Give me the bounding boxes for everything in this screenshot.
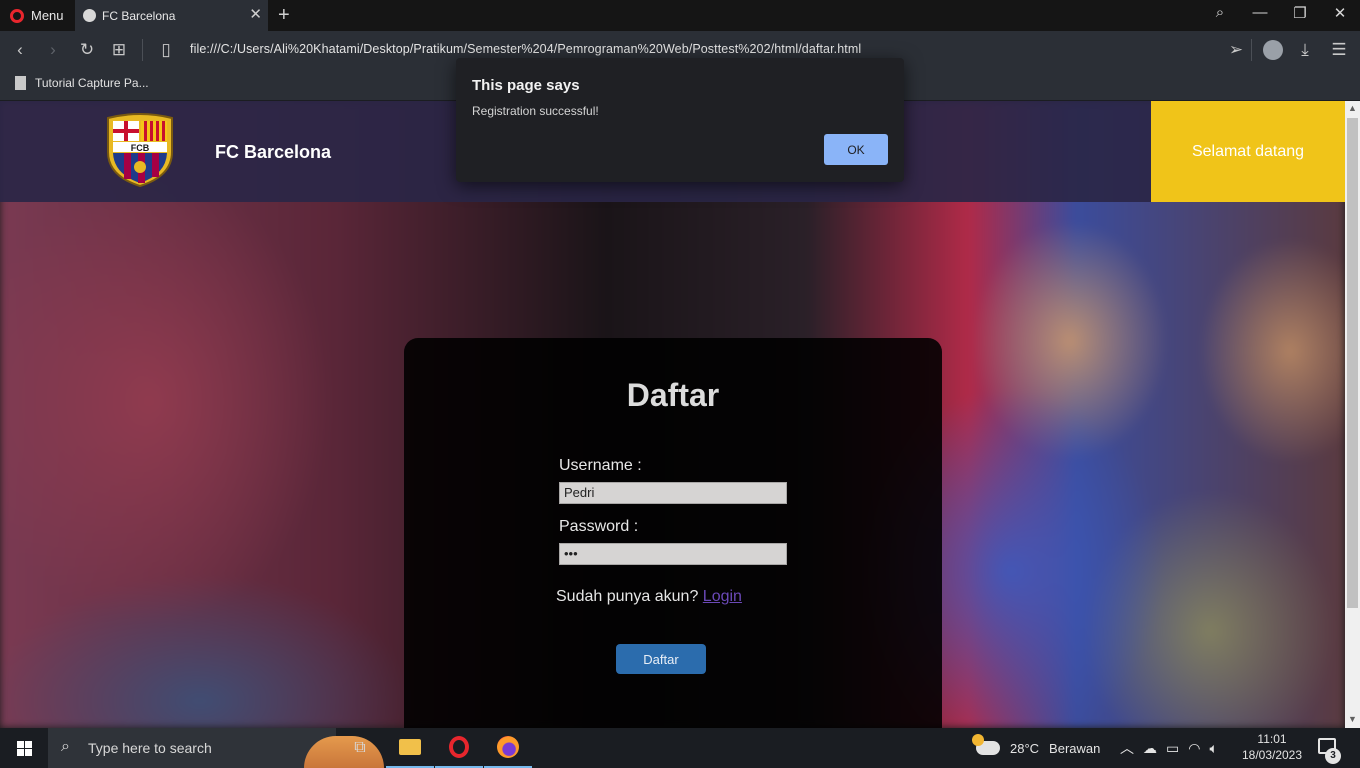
divider: [142, 39, 143, 61]
task-view-button[interactable]: ⧉: [336, 728, 384, 768]
system-tray: ︿ ☁ ▭ ◠ 🔈︎: [1120, 728, 1218, 768]
notification-count-badge: 3: [1325, 748, 1341, 764]
clock-time: 11:01: [1257, 732, 1287, 746]
send-icon[interactable]: ➢: [1226, 40, 1246, 60]
menu-label: Menu: [31, 8, 64, 23]
tab-title: FC Barcelona: [102, 8, 176, 23]
browser-tab[interactable]: FC Barcelona ✕: [75, 0, 268, 31]
firefox-taskbar-button[interactable]: [484, 728, 532, 768]
download-icon[interactable]: ⤓: [1295, 40, 1315, 60]
battery-icon[interactable]: ▭: [1166, 740, 1179, 757]
taskbar-clock[interactable]: 11:01 18/03/2023: [1238, 731, 1306, 763]
search-placeholder: Type here to search: [88, 740, 212, 756]
opera-taskbar-button[interactable]: [435, 728, 483, 768]
search-tabs-icon[interactable]: ⌕: [1208, 4, 1232, 21]
tabs-grid-icon[interactable]: ⊞: [109, 40, 129, 60]
password-label: Password :: [559, 518, 639, 535]
dialog-message: Registration successful!: [472, 104, 599, 118]
windows-logo-icon: [16, 740, 32, 756]
scroll-up-icon[interactable]: ▲: [1345, 103, 1360, 113]
opera-logo-icon: [10, 8, 24, 23]
fcb-crest-logo: FCB: [107, 113, 173, 188]
easy-setup-icon[interactable]: ☰: [1329, 40, 1349, 60]
cloud-icon[interactable]: ☁: [1143, 740, 1157, 757]
windows-taskbar: ⌕ Type here to search ⧉ 28°C Berawan ︿ ☁…: [0, 728, 1360, 768]
folder-icon: [399, 739, 421, 755]
login-hint-text: Sudah punya akun?: [556, 588, 699, 605]
globe-icon: [83, 9, 96, 22]
username-label: Username :: [559, 457, 642, 474]
tab-bar: Menu FC Barcelona ✕ + ⌕ — ❐ ✕: [0, 0, 1360, 31]
opera-menu-button[interactable]: Menu: [0, 0, 74, 31]
register-card: Daftar Username : Pedri Password : ••• S…: [404, 338, 942, 728]
document-icon: [15, 76, 26, 90]
opera-icon: [449, 736, 469, 758]
page-scrollbar[interactable]: ▲ ▼: [1345, 101, 1360, 728]
weather-text: Berawan: [1049, 740, 1101, 756]
restore-icon[interactable]: ❐: [1288, 4, 1312, 22]
alert-dialog: This page says Registration successful! …: [456, 58, 904, 182]
register-submit-button[interactable]: Daftar: [616, 644, 706, 674]
login-hint: Sudah punya akun? Login: [556, 588, 742, 606]
password-input[interactable]: •••: [559, 543, 787, 565]
close-tab-icon[interactable]: ✕: [249, 7, 262, 22]
firefox-icon: [497, 736, 519, 758]
welcome-panel: Selamat datang: [1151, 101, 1345, 202]
divider: [1251, 39, 1252, 61]
crest-text: FCB: [131, 143, 150, 153]
bookmark-label: Tutorial Capture Pa...: [35, 76, 149, 90]
dialog-ok-button[interactable]: OK: [824, 134, 888, 165]
profile-avatar-icon[interactable]: [1263, 40, 1283, 60]
volume-icon[interactable]: 🔈︎: [1209, 740, 1217, 757]
taskbar-search-box[interactable]: ⌕ Type here to search: [48, 728, 384, 768]
new-tab-icon[interactable]: +: [278, 5, 290, 25]
url-field[interactable]: file:///C:/Users/Ali%20Khatami/Desktop/P…: [190, 42, 861, 56]
temperature: 28°C: [1010, 740, 1040, 756]
start-button[interactable]: [0, 728, 48, 768]
search-icon: ⌕: [61, 738, 70, 755]
username-input[interactable]: Pedri: [559, 482, 787, 504]
minimize-icon[interactable]: —: [1248, 4, 1272, 21]
clock-date: 18/03/2023: [1241, 748, 1303, 762]
dialog-title: This page says: [472, 77, 580, 94]
form-title: Daftar: [626, 377, 720, 413]
back-icon[interactable]: ‹: [10, 40, 30, 60]
login-link[interactable]: Login: [703, 588, 742, 605]
weather-widget[interactable]: 28°C Berawan: [972, 728, 1101, 768]
site-brand-title: FC Barcelona: [215, 142, 332, 162]
partly-cloudy-icon: [972, 734, 1000, 755]
wifi-icon[interactable]: ◠: [1188, 740, 1200, 757]
bookmark-item[interactable]: Tutorial Capture Pa...: [15, 76, 149, 90]
file-explorer-button[interactable]: [386, 728, 434, 768]
chevron-up-icon[interactable]: ︿: [1120, 738, 1134, 758]
page-file-icon: ▯: [161, 40, 171, 59]
forward-icon[interactable]: ›: [43, 40, 63, 60]
close-window-icon[interactable]: ✕: [1328, 4, 1352, 22]
scroll-thumb[interactable]: [1347, 118, 1358, 608]
task-view-icon: ⧉: [354, 739, 366, 756]
scroll-down-icon[interactable]: ▼: [1345, 714, 1360, 724]
reload-icon[interactable]: ↻: [77, 40, 97, 60]
web-page: FCB FC Barcelona Selamat datang Daftar U…: [0, 101, 1345, 728]
